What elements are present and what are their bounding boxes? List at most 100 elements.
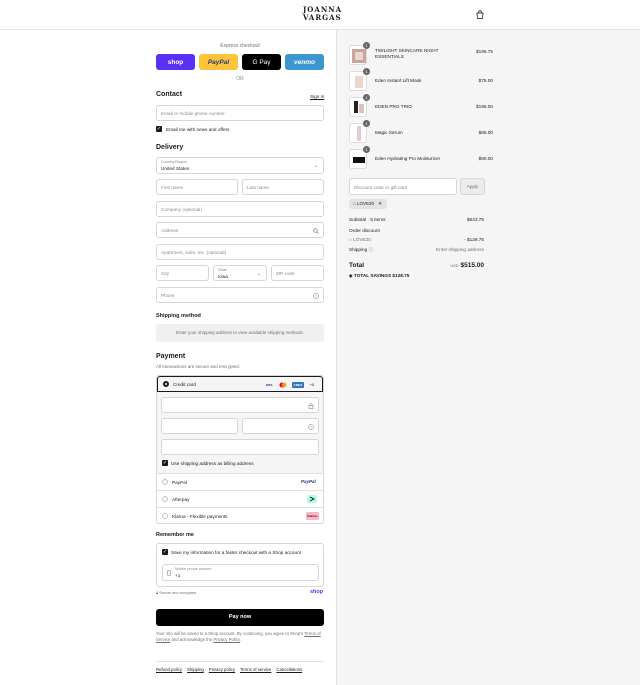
save-info-checkbox[interactable]: ✓ — [162, 549, 168, 555]
billing-checkbox[interactable]: ✓ — [162, 460, 168, 466]
payment-heading: Payment — [156, 353, 186, 360]
last-name-field[interactable]: Last name — [242, 179, 324, 195]
cart-item: 1 Eden Instant Lift Mask $75.00 — [349, 68, 493, 91]
afterpay-option[interactable]: Afterpay — [157, 491, 323, 508]
credit-card-option[interactable]: Credit card VISA AMEX +5 — [157, 376, 323, 392]
klarna-label: Klarna - Flexible payments — [172, 514, 228, 519]
email-placeholder: Email or mobile phone number — [161, 111, 225, 116]
zip-placeholder: ZIP code — [276, 271, 295, 276]
product-price: $195.00 — [476, 104, 493, 109]
tag-icon: ⌂ — [349, 237, 352, 242]
klarna-option[interactable]: Klarna - Flexible payments Klarna. — [157, 508, 323, 523]
news-checkbox[interactable]: ✓ — [156, 126, 162, 132]
discount-code-input[interactable]: Discount code or gift card — [349, 178, 457, 195]
paypal-label: PayPal — [172, 480, 187, 485]
zip-field[interactable]: ZIP code — [271, 265, 324, 281]
footer-links: Refund policy Shipping Privacy policy Te… — [156, 661, 324, 675]
first-name-placeholder: First name — [161, 185, 184, 190]
name-on-card-field[interactable] — [161, 439, 319, 455]
country-select[interactable]: Country/Region United States ⌄ — [156, 157, 324, 174]
phone-field[interactable]: Phone ? — [156, 287, 324, 303]
paypal-button[interactable]: PayPal — [199, 54, 238, 70]
help-icon[interactable]: ? — [308, 424, 314, 430]
lock-icon — [308, 403, 314, 409]
security-code-field[interactable]: ? — [242, 418, 319, 434]
contact-heading: Contact — [156, 91, 183, 98]
paypal-radio[interactable] — [162, 479, 168, 485]
city-field[interactable]: City — [156, 265, 209, 281]
address-placeholder: Address — [161, 228, 179, 233]
express-buttons: shop PayPal G Pay venmo — [156, 54, 324, 70]
help-icon[interactable]: ? — [313, 293, 319, 299]
legal-text-1: Your info will be saved to a Shop accoun… — [156, 631, 304, 636]
terms-link[interactable]: Terms of service — [240, 667, 271, 675]
or-divider: OR — [236, 76, 244, 82]
savings-label: TOTAL SAVINGS — [353, 273, 392, 278]
venmo-button[interactable]: venmo — [285, 54, 324, 70]
privacy-link[interactable]: Privacy Policy — [213, 637, 239, 642]
amex-icon: AMEX — [292, 382, 304, 388]
pay-now-button[interactable]: Pay now — [156, 609, 324, 626]
shop-pay-button[interactable]: shop — [156, 54, 195, 70]
city-placeholder: City — [161, 271, 170, 276]
shipping-label: Shipping — [349, 247, 368, 252]
logo-line-2: VARGAS — [303, 13, 342, 22]
express-checkout-title: Express checkout — [220, 43, 260, 49]
legal-text-2: and acknowledge the — [171, 637, 213, 642]
cancellations-link[interactable]: Cancellations — [276, 667, 302, 675]
apartment-field[interactable]: Apartment, suite, etc. (optional) — [156, 244, 324, 260]
billing-label: Use shipping address as billing address — [171, 461, 254, 466]
credit-card-radio[interactable] — [163, 381, 169, 387]
klarna-radio[interactable] — [162, 513, 168, 519]
secure-text: 🔒︎ Secure and encrypted — [156, 591, 196, 595]
brand-logo[interactable]: JOANNA VARGAS — [303, 6, 342, 22]
state-value: Iowa — [218, 274, 228, 279]
sign-in-link[interactable]: Sign in — [310, 94, 324, 99]
quantity-badge: 1 — [363, 120, 370, 127]
discount-tag-label: LOVE20 — [356, 201, 374, 206]
currency-label: USD — [450, 263, 459, 268]
company-placeholder: Company (optional) — [161, 207, 202, 212]
email-field[interactable]: Email or mobile phone number — [156, 105, 324, 121]
shipping-link[interactable]: Shipping — [187, 667, 204, 675]
country-value: United States — [161, 166, 190, 171]
card-number-field[interactable] — [161, 397, 319, 413]
google-pay-button[interactable]: G Pay — [242, 54, 281, 70]
shop-logo: shop — [310, 589, 324, 595]
mobile-icon — [167, 570, 171, 576]
chevron-down-icon: ⌄ — [313, 163, 319, 169]
legal-text-3: . — [239, 637, 241, 642]
state-label: State — [218, 268, 227, 272]
apply-button[interactable]: Apply — [460, 178, 485, 195]
klarna-logo: Klarna. — [306, 512, 319, 520]
total-amount: USD $515.00 — [450, 262, 484, 269]
first-name-field[interactable]: First name — [156, 179, 238, 195]
mastercard-icon — [278, 382, 288, 388]
refund-policy-link[interactable]: Refund policy — [156, 667, 182, 675]
header: JOANNA VARGAS — [0, 0, 640, 30]
address-field[interactable]: Address — [156, 222, 324, 238]
company-field[interactable]: Company (optional) — [156, 201, 324, 217]
paypal-option[interactable]: PayPal PayPal — [157, 474, 323, 491]
close-icon[interactable]: ✕ — [378, 201, 382, 206]
shopping-bag-icon[interactable] — [476, 10, 484, 19]
product-price: $85.00 — [478, 130, 493, 135]
legal-text: Your info will be saved to a Shop accoun… — [156, 631, 324, 643]
svg-text:?: ? — [315, 295, 317, 299]
expiration-field[interactable] — [161, 418, 238, 434]
shipping-row: Shipping ⓘ Enter shipping address — [349, 247, 484, 253]
order-discount-label: Order discount — [349, 228, 380, 233]
payment-subtitle: All transactions are secure and encrypte… — [156, 364, 241, 369]
state-select[interactable]: State Iowa ⌄ — [213, 265, 267, 281]
lock-icon: 🔒︎ — [156, 591, 159, 595]
product-name: TWILIGHT SKINCARE NIGHT ESSENTIALS — [375, 48, 439, 59]
search-icon — [313, 228, 319, 234]
mobile-phone-field[interactable]: Mobile phone number +1 — [162, 564, 319, 581]
product-name: EDEN PRO TRIO — [375, 104, 412, 109]
quantity-badge: 1 — [363, 146, 370, 153]
news-label: Email me with news and offers — [166, 127, 230, 132]
privacy-policy-link[interactable]: Privacy policy — [209, 667, 235, 675]
help-icon[interactable]: ⓘ — [369, 247, 374, 252]
cart-item: 1 Magic Serum $85.00 — [349, 120, 493, 143]
afterpay-radio[interactable] — [162, 496, 168, 502]
